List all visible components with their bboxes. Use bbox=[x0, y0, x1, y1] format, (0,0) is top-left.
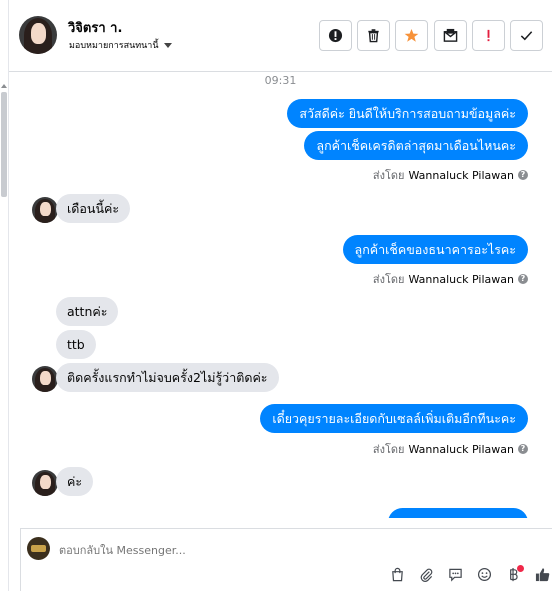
page-avatar bbox=[27, 537, 50, 560]
outgoing-message[interactable]: ลูกค้าเช็คเครดิตล่าสุดมาเดือนไหนคะ bbox=[304, 131, 528, 160]
scroll-up-arrow-icon[interactable] bbox=[1, 84, 7, 88]
sent-by-agent: Wannaluck Pilawan bbox=[408, 442, 515, 456]
trash-icon bbox=[368, 29, 379, 43]
help-icon[interactable]: ? bbox=[518, 444, 528, 454]
scroll-thumb[interactable] bbox=[1, 92, 7, 197]
incoming-message[interactable]: เดือนนี้ค่ะ bbox=[56, 194, 131, 223]
reply-input[interactable] bbox=[59, 541, 509, 559]
star-icon bbox=[404, 28, 419, 42]
check-icon bbox=[520, 31, 533, 41]
contact-name[interactable]: วิจิตรา า. bbox=[68, 17, 122, 38]
incoming-message[interactable]: ค่ะ bbox=[56, 467, 94, 496]
sent-by-label: ส่งโดย Wannaluck Pilawan ? bbox=[373, 440, 528, 458]
caret-down-icon bbox=[163, 42, 172, 48]
sent-by-agent: Wannaluck Pilawan bbox=[408, 272, 515, 286]
saved-reply-icon[interactable] bbox=[447, 566, 463, 582]
mark-done-button[interactable] bbox=[510, 20, 543, 51]
contact-avatar-small[interactable] bbox=[32, 197, 58, 223]
message-thread[interactable]: 09:31 สวัสดีค่ะ ยินดีให้บริการสอบถามข้อม… bbox=[9, 72, 552, 518]
incoming-message[interactable]: ttb bbox=[56, 330, 96, 359]
star-button[interactable] bbox=[395, 20, 428, 51]
alert-circle-icon bbox=[328, 28, 343, 43]
outgoing-message[interactable]: สวัสดีค่ะ ยินดีให้บริการสอบถามข้อมูลค่ะ bbox=[287, 99, 528, 128]
sent-by-label: ส่งโดย Wannaluck Pilawan ? bbox=[373, 166, 528, 184]
composer-toolbar bbox=[389, 566, 550, 582]
sent-by-prefix: ส่งโดย bbox=[372, 443, 405, 456]
like-icon[interactable] bbox=[534, 566, 550, 582]
incoming-message[interactable]: ติดครั้งแรกทำไม่จบครั้ง2ไม่รู้ว่าติดค่ะ bbox=[56, 363, 279, 392]
exclamation-icon bbox=[487, 29, 490, 42]
help-icon[interactable]: ? bbox=[518, 274, 528, 284]
sent-by-prefix: ส่งโดย bbox=[372, 273, 405, 286]
emoji-icon[interactable] bbox=[476, 566, 492, 582]
assign-conversation-dropdown[interactable]: มอบหมายการสนทนานี้ bbox=[69, 38, 172, 52]
follow-up-button[interactable] bbox=[472, 20, 505, 51]
contact-avatar[interactable] bbox=[19, 16, 57, 54]
sent-by-agent: Wannaluck Pilawan bbox=[408, 168, 515, 182]
contact-avatar-small[interactable] bbox=[32, 366, 58, 392]
sent-by-prefix: ส่งโดย bbox=[372, 169, 405, 182]
mark-unread-button[interactable] bbox=[434, 20, 467, 51]
left-scrollbar[interactable] bbox=[0, 0, 9, 591]
notification-dot bbox=[517, 565, 524, 572]
message-timestamp: 09:31 bbox=[264, 74, 297, 87]
mark-unread-icon bbox=[443, 28, 458, 42]
help-icon[interactable]: ? bbox=[518, 170, 528, 180]
conversation-header: วิจิตรา า. มอบหมายการสนทนานี้ bbox=[9, 0, 552, 72]
outgoing-message-partial[interactable] bbox=[388, 508, 528, 518]
outgoing-message[interactable]: เดี๋ยวคุยรายละเอียดกับเซลล์เพิ่มเติมอีกท… bbox=[260, 404, 528, 433]
attachment-icon[interactable] bbox=[418, 566, 434, 582]
assign-label: มอบหมายการสนทนานี้ bbox=[69, 41, 159, 51]
spam-button[interactable] bbox=[319, 20, 352, 51]
incoming-message[interactable]: attnค่ะ bbox=[56, 297, 119, 326]
delete-button[interactable] bbox=[357, 20, 390, 51]
outgoing-message[interactable]: ลูกค้าเช็คของธนาคารอะไรคะ bbox=[342, 235, 528, 264]
reply-composer bbox=[20, 528, 552, 591]
contact-avatar-small[interactable] bbox=[32, 470, 58, 496]
sent-by-label: ส่งโดย Wannaluck Pilawan ? bbox=[373, 270, 528, 288]
shopping-bag-icon[interactable] bbox=[389, 566, 405, 582]
